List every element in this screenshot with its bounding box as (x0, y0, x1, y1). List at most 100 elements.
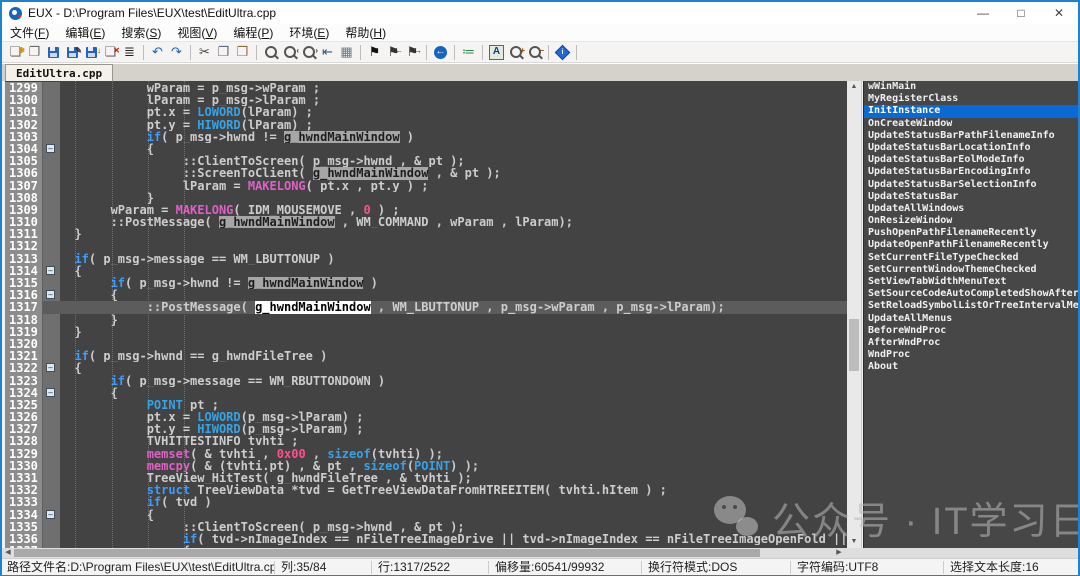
find-next-icon[interactable]: › (299, 43, 318, 61)
tab-editultra-cpp[interactable]: EditUltra.cpp (5, 64, 113, 81)
code-line-1331[interactable]: 1331 TreeView_HitTest( g_hwndFileTree , … (5, 472, 847, 484)
new-file-icon[interactable]: ❏✱ (6, 43, 25, 61)
zoom-in-icon[interactable]: + (506, 43, 525, 61)
code-line-1301[interactable]: 1301 pt.x = LOWORD(lParam) ; (5, 106, 847, 118)
function-list-item[interactable]: SetCurrentWindowThemeChecked (864, 264, 1079, 276)
close-button[interactable]: ✕ (1040, 2, 1078, 24)
code-line-1320[interactable]: 1320 (5, 338, 847, 350)
next-bookmark-icon[interactable]: ⚑→ (403, 43, 422, 61)
option-list-icon[interactable]: ≔ (459, 43, 478, 61)
fold-collapse-icon[interactable]: – (46, 363, 55, 372)
code-line-1330[interactable]: 1330 memcpy( & (tvhti.pt) , & pt , sizeo… (5, 460, 847, 472)
function-list-item[interactable]: AfterWndProc (864, 337, 1079, 349)
open-file-icon[interactable]: ❐ (25, 43, 44, 61)
prev-bookmark-icon[interactable]: ⚑← (384, 43, 403, 61)
function-list-item[interactable]: UpdateStatusBarLocationInfo (864, 142, 1079, 154)
fold-collapse-icon[interactable]: – (46, 388, 55, 397)
function-list-item[interactable]: OnResizeWindow (864, 215, 1079, 227)
minimize-button[interactable]: — (964, 2, 1002, 24)
function-list-item[interactable]: UpdateOpenPathFilenameRecently (864, 239, 1079, 251)
code-line-1332[interactable]: 1332 struct TreeViewData *tvd = GetTreeV… (5, 484, 847, 496)
code-line-1303[interactable]: 1303 if( p_msg->hwnd != g_hwndMainWindow… (5, 131, 847, 143)
save-all-icon[interactable]: ↓ (82, 43, 101, 61)
save-as-icon[interactable]: ✎ (63, 43, 82, 61)
scroll-down-icon[interactable]: ▼ (847, 536, 861, 548)
function-list-item[interactable]: OnCreateWindow (864, 118, 1079, 130)
code-line-1321[interactable]: 1321 if( p_msg->hwnd == g_hwndFileTree ) (5, 350, 847, 362)
function-list-item[interactable]: SetReloadSymbolListOrTreeIntervalMe (864, 300, 1079, 312)
fold-collapse-icon[interactable]: – (46, 144, 55, 153)
code-line-1333[interactable]: 1333 if( tvd ) (5, 496, 847, 508)
code-editor[interactable]: 1299 wParam = p_msg->wParam ;1300 lParam… (5, 81, 847, 548)
maximize-button[interactable]: □ (1002, 2, 1040, 24)
function-list-item[interactable]: UpdateAllMenus (864, 313, 1079, 325)
function-list-item[interactable]: WndProc (864, 349, 1079, 361)
function-list-panel[interactable]: wWinMainMyRegisterClassInitInstanceOnCre… (863, 81, 1079, 548)
vertical-scroll-thumb[interactable] (849, 319, 859, 371)
scroll-up-icon[interactable]: ▲ (847, 81, 861, 93)
code-line-1306[interactable]: 1306 ::ScreenToClient( g_hwndMainWindow … (5, 167, 847, 179)
function-list-item[interactable]: UpdateStatusBarEncodingInfo (864, 166, 1079, 178)
function-list-item[interactable]: UpdateStatusBarSelectionInfo (864, 179, 1079, 191)
code-line-1322[interactable]: 1322– { (5, 362, 847, 374)
menu-h[interactable]: 帮助(H) (345, 24, 386, 41)
function-list-item[interactable]: About (864, 361, 1079, 373)
editor-horizontal-scrollbar[interactable]: ◀ ▶ (2, 548, 1078, 558)
close-file-icon[interactable]: ❏✕ (101, 43, 120, 61)
function-list-item[interactable]: PushOpenPathFilenameRecently (864, 227, 1079, 239)
code-line-1314[interactable]: 1314– { (5, 265, 847, 277)
code-line-1307[interactable]: 1307 lParam = MAKELONG( pt.x , pt.y ) ; (5, 180, 847, 192)
code-line-1327[interactable]: 1327 pt.y = HIWORD(p_msg->lParam) ; (5, 423, 847, 435)
menu-e[interactable]: 环境(E) (289, 24, 329, 41)
code-line-1309[interactable]: 1309 wParam = MAKELONG( IDM_MOUSEMOVE , … (5, 204, 847, 216)
find-icon[interactable] (261, 43, 280, 61)
code-line-1316[interactable]: 1316– { (5, 289, 847, 301)
find-prev-icon[interactable]: ‹ (280, 43, 299, 61)
code-line-1326[interactable]: 1326 pt.x = LOWORD(p_msg->lParam) ; (5, 411, 847, 423)
highlight-icon[interactable]: A (487, 43, 506, 61)
menu-f[interactable]: 文件(F) (10, 24, 49, 41)
code-line-1315[interactable]: 1315 if( p_msg->hwnd != g_hwndMainWindow… (5, 277, 847, 289)
editor-vertical-scrollbar[interactable]: ▲ ▼ (847, 81, 862, 548)
fold-collapse-icon[interactable]: – (46, 266, 55, 275)
function-list-item[interactable]: InitInstance (864, 105, 1079, 117)
menu-v[interactable]: 视图(V) (177, 24, 217, 41)
code-line-1325[interactable]: 1325 POINT pt ; (5, 399, 847, 411)
code-line-1328[interactable]: 1328 TVHITTESTINFO tvhti ; (5, 435, 847, 447)
function-list-item[interactable]: MyRegisterClass (864, 93, 1079, 105)
replace-all-icon[interactable]: ▦ (337, 43, 356, 61)
menu-p[interactable]: 编程(P) (233, 24, 273, 41)
scroll-right-icon[interactable]: ▶ (833, 548, 845, 558)
code-line-1323[interactable]: 1323 if( p_msg->message == WM_RBUTTONDOW… (5, 375, 847, 387)
replace-icon[interactable]: ⇤ (318, 43, 337, 61)
function-list-item[interactable]: SetCurrentFileTypeChecked (864, 252, 1079, 264)
horizontal-scroll-thumb[interactable] (14, 549, 760, 557)
code-line-1299[interactable]: 1299 wParam = p_msg->wParam ; (5, 82, 847, 94)
code-line-1305[interactable]: 1305 ::ClientToScreen( p_msg->hwnd , & p… (5, 155, 847, 167)
code-line-1302[interactable]: 1302 pt.y = HIWORD(lParam) ; (5, 119, 847, 131)
save-icon[interactable] (44, 43, 63, 61)
function-list-item[interactable]: UpdateStatusBarEolModeInfo (864, 154, 1079, 166)
code-line-1304[interactable]: 1304– { (5, 143, 847, 155)
code-line-1329[interactable]: 1329 memset( & tvhti , 0x00 , sizeof(tvh… (5, 448, 847, 460)
code-line-1334[interactable]: 1334– { (5, 509, 847, 521)
function-list-item[interactable]: UpdateStatusBarPathFilenameInfo (864, 130, 1079, 142)
function-list-item[interactable]: SetSourceCodeAutoCompletedShowAfter (864, 288, 1079, 300)
undo-icon[interactable]: ↶ (148, 43, 167, 61)
code-line-1313[interactable]: 1313 if( p_msg->message == WM_LBUTTONUP … (5, 253, 847, 265)
scroll-left-icon[interactable]: ◀ (2, 548, 14, 558)
code-line-1310[interactable]: 1310 ::PostMessage( g_hwndMainWindow , W… (5, 216, 847, 228)
function-list-item[interactable]: SetViewTabWidthMenuText (864, 276, 1079, 288)
function-list-item[interactable]: UpdateAllWindows (864, 203, 1079, 215)
fold-collapse-icon[interactable]: – (46, 290, 55, 299)
code-line-1300[interactable]: 1300 lParam = p_msg->lParam ; (5, 94, 847, 106)
menu-s[interactable]: 搜索(S) (121, 24, 161, 41)
zoom-out-icon[interactable]: − (525, 43, 544, 61)
back-icon[interactable]: ← (431, 43, 450, 61)
code-lines[interactable]: 1299 wParam = p_msg->wParam ;1300 lParam… (5, 82, 847, 548)
paste-icon[interactable]: ❒ (233, 43, 252, 61)
function-list-item[interactable]: wWinMain (864, 81, 1079, 93)
about-icon[interactable]: i (553, 43, 572, 61)
code-line-1324[interactable]: 1324– { (5, 387, 847, 399)
code-line-1336[interactable]: 1336 if( tvd->nImageIndex == nFileTreeIm… (5, 533, 847, 545)
